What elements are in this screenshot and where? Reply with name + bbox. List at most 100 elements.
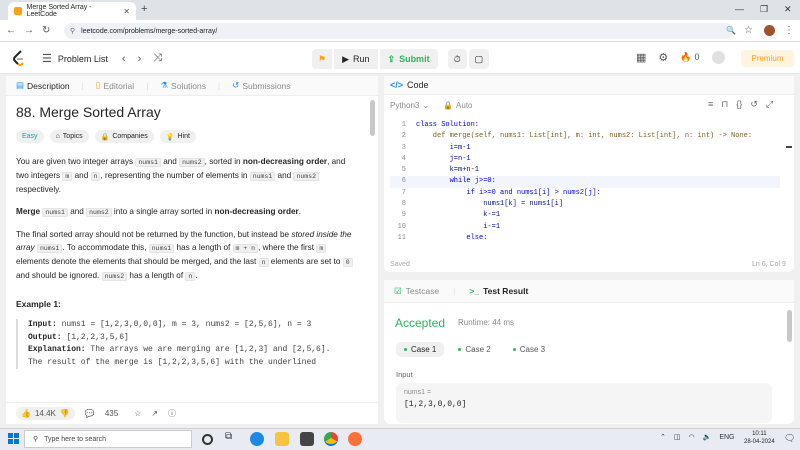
new-tab-icon[interactable]: + (141, 3, 147, 15)
settings-gear-icon[interactable]: ⚙ (658, 51, 668, 64)
tab-testcase[interactable]: ☑ Testcase (394, 286, 439, 297)
book-icon: ▯ (95, 80, 101, 90)
site-info-icon[interactable]: ⚲ (70, 27, 75, 35)
tab-solutions[interactable]: ⚗ Solutions (160, 80, 206, 91)
chevron-up-icon[interactable]: ⌃ (660, 433, 666, 441)
description-scrollbar[interactable] (370, 100, 375, 136)
wifi-icon[interactable]: ◠ (689, 433, 695, 441)
hint-chip[interactable]: 💡 Hint (159, 130, 196, 143)
run-button[interactable]: ▶ Run (334, 49, 378, 69)
clock-date: 28-04-2024 (744, 439, 775, 445)
bookmark-star-icon[interactable]: ☆ (744, 25, 753, 36)
bug-icon: ⚑ (318, 53, 327, 64)
bold-text: Merge (16, 207, 41, 216)
store-icon[interactable] (300, 432, 314, 446)
shuffle-icon[interactable]: ⤨ (153, 52, 162, 65)
comment-icon[interactable]: 💬 (85, 409, 95, 418)
forward-icon[interactable]: → (24, 25, 34, 36)
premium-button[interactable]: Premium (741, 50, 794, 67)
firefox-icon[interactable] (348, 432, 362, 446)
notes-button[interactable]: ▢ (468, 49, 490, 69)
minimize-icon[interactable]: — (735, 4, 744, 14)
address-bar[interactable]: ⚲ leetcode.com/problems/merge-sorted-arr… (64, 23, 734, 39)
case-tab-2[interactable]: Case 2 (450, 342, 498, 357)
volume-icon[interactable]: 🔈 (703, 433, 712, 441)
lock-icon: 🔒 (100, 133, 110, 141)
cortana-icon[interactable] (202, 434, 213, 445)
reset-icon[interactable]: ↺ (750, 99, 758, 110)
case-label: Case 1 (411, 345, 437, 354)
inline-code: nums1 (36, 244, 63, 253)
debug-button[interactable]: ⚑ (312, 49, 333, 69)
editor-scroll-marker[interactable] (786, 146, 792, 148)
next-problem-icon[interactable]: › (138, 53, 142, 65)
run-submit-bar: ⚑ ▶ Run ⇪ Submit ⏱ ▢ (312, 49, 490, 69)
line-number: 5 (401, 166, 406, 175)
submit-button[interactable]: ⇪ Submit (379, 49, 438, 69)
help-icon[interactable]: ⓘ (168, 408, 176, 419)
code-line: 9 k-=1 (390, 210, 780, 221)
play-icon: ▶ (342, 53, 349, 64)
language-select[interactable]: Python3 ⌄ (390, 101, 429, 110)
edge-icon[interactable] (250, 432, 264, 446)
network-icon[interactable]: ◫ (674, 433, 681, 441)
pass-dot-icon (512, 348, 516, 351)
share-icon[interactable]: ↗ (151, 409, 158, 418)
code-line: 7 if i>=0 and nums1[i] > nums2[j]: (390, 188, 780, 199)
example-output: Output: [1,2,2,3,5,6] (28, 332, 356, 345)
problem-list-nav[interactable]: ☰ Problem List ‹ › ⤨ (42, 52, 162, 65)
inline-code: nums2 (179, 158, 205, 167)
leetcode-logo-icon[interactable] (12, 50, 26, 66)
prev-problem-icon[interactable]: ‹ (122, 53, 126, 65)
text: and (67, 207, 87, 216)
system-clock[interactable]: 10:11 28-04-2024 (744, 430, 775, 446)
back-icon[interactable]: ← (6, 25, 16, 36)
reload-icon[interactable]: ↻ (42, 25, 50, 36)
timer-button[interactable]: ⏱ (447, 49, 467, 69)
thumbs-down-icon[interactable]: 👎 (60, 409, 70, 418)
language-indicator[interactable]: ENG (719, 434, 734, 441)
taskbar-search[interactable]: ⚲ Type here to search (24, 430, 192, 448)
tab-editorial[interactable]: ▯ Editorial (96, 80, 134, 91)
cursor-position: Ln 6, Col 9 (752, 261, 786, 268)
tab-test-result[interactable]: >_ Test Result (469, 286, 528, 296)
notification-icon[interactable]: 🗨 (784, 433, 795, 444)
close-window-icon[interactable]: ✕ (784, 4, 792, 15)
profile-avatar[interactable] (764, 25, 775, 36)
code-text: i-=1 (416, 222, 501, 231)
result-scrollbar[interactable] (787, 310, 792, 342)
bookmark-icon[interactable]: ⊓ (721, 99, 728, 110)
file-explorer-icon[interactable] (275, 432, 289, 446)
inline-code: nums1 (42, 208, 68, 217)
star-icon[interactable]: ☆ (134, 409, 141, 418)
companies-chip[interactable]: 🔒 Companies (94, 130, 154, 143)
code-area[interactable]: 1 class Solution: 2 def merge(self, nums1… (390, 120, 780, 246)
tab-submissions[interactable]: ↺ Submissions (232, 80, 290, 91)
braces-icon[interactable]: {} (736, 99, 742, 110)
editor-actions: ≡ ⊓ {} ↺ ⤢ (708, 99, 773, 110)
format-icon[interactable]: ≡ (708, 99, 713, 110)
case-tab-3[interactable]: Case 3 (505, 342, 553, 357)
description-footer: 👍 14.4K 👎 💬 435 ☆ ↗ ⓘ (6, 402, 378, 424)
close-tab-icon[interactable]: ✕ (123, 7, 130, 16)
streak-fire-icon[interactable]: 🔥 0 (680, 52, 699, 63)
upload-icon: ⇪ (387, 53, 396, 64)
layout-grid-icon[interactable]: ▦ (636, 51, 646, 64)
user-avatar[interactable] (711, 51, 725, 64)
task-view-icon[interactable]: ⧉ (225, 431, 239, 445)
chrome-icon[interactable] (324, 432, 338, 446)
like-dislike-group[interactable]: 👍 14.4K 👎 (16, 407, 75, 420)
browser-menu-icon[interactable]: ⋮ (784, 25, 794, 36)
topics-chip[interactable]: ⌂ Topics (49, 130, 89, 143)
thumbs-up-icon[interactable]: 👍 (21, 409, 31, 418)
line-number: 11 (397, 233, 406, 242)
case-tab-1[interactable]: Case 1 (396, 342, 445, 357)
windows-start-icon[interactable] (8, 433, 19, 444)
maximize-icon[interactable]: ❐ (760, 4, 768, 15)
example-cut-line: The result of the merge is [1,2,2,3,5,6]… (28, 357, 317, 367)
tab-description[interactable]: ▤ Description (16, 80, 70, 91)
autosave-indicator[interactable]: 🔒 Auto (443, 101, 472, 110)
zoom-icon[interactable]: 🔍 (726, 26, 736, 35)
browser-tab[interactable]: Merge Sorted Array - LeetCode ✕ (8, 2, 136, 20)
fullscreen-icon[interactable]: ⤢ (766, 99, 773, 110)
